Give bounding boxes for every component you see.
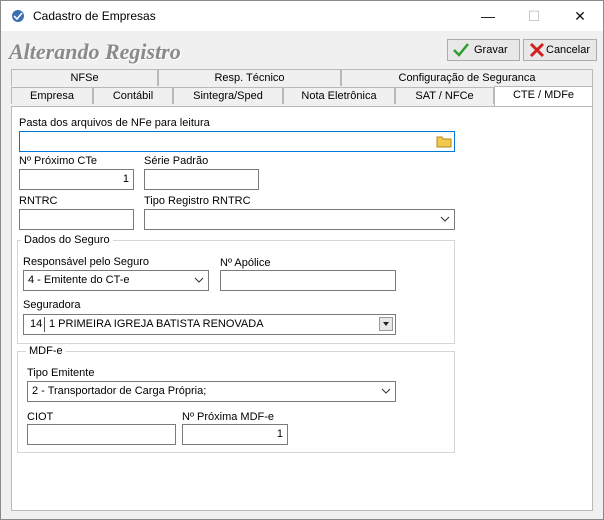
pasta-label: Pasta dos arquivos de NFe para leitura (19, 117, 210, 129)
app-icon (12, 10, 24, 22)
check-icon (453, 43, 469, 57)
chevron-down-icon (440, 216, 450, 222)
responsavel-select[interactable]: 4 - Emitente do CT-e (23, 270, 209, 291)
tab-sat-nfce[interactable]: SAT / NFCe (395, 87, 494, 104)
tab-panel-cte-mdfe: Pasta dos arquivos de NFe para leitura N… (11, 106, 593, 511)
serie-input[interactable] (144, 169, 259, 190)
seguradora-dropdown-button[interactable] (379, 317, 393, 331)
serie-label: Série Padrão (144, 155, 209, 167)
rntrc-label: RNTRC (19, 195, 58, 207)
window-title: Cadastro de Empresas (33, 9, 156, 23)
tab-contabil[interactable]: Contábil (93, 87, 173, 104)
tab-nota-eletronica[interactable]: Nota Eletrônica (283, 87, 395, 104)
tipo-emitente-label: Tipo Emitente (27, 367, 95, 379)
save-button[interactable]: Gravar (447, 39, 520, 61)
proximo-cte-label: Nº Próximo CTe (19, 155, 97, 167)
tipo-rntrc-label: Tipo Registro RNTRC (144, 195, 251, 207)
folder-icon[interactable] (436, 134, 452, 148)
title-bar: Cadastro de Empresas — ☐ ✕ (1, 1, 603, 31)
close-icon[interactable]: ✕ (557, 1, 603, 31)
tab-resp-tecnico[interactable]: Resp. Técnico (158, 69, 341, 86)
tab-configuracao-seguranca[interactable]: Configuração de Seguranca (341, 69, 593, 86)
seguradora-name: 1 PRIMEIRA IGREJA BATISTA RENOVADA (49, 318, 264, 330)
tab-sintegra-sped[interactable]: Sintegra/Sped (173, 87, 283, 104)
seguradora-lookup[interactable]: 14 1 PRIMEIRA IGREJA BATISTA RENOVADA (23, 314, 396, 335)
seguradora-label: Seguradora (23, 299, 81, 311)
ciot-label: CIOT (27, 411, 54, 423)
responsavel-value: 4 - Emitente do CT-e (28, 274, 130, 286)
mdfe-group-label: MDF-e (26, 345, 66, 357)
chevron-down-icon (381, 388, 391, 394)
proxima-mdfe-input[interactable]: 1 (182, 424, 288, 445)
seguro-group: Dados do Seguro Responsável pelo Seguro … (17, 234, 455, 344)
tipo-emitente-select[interactable]: 2 - Transportador de Carga Própria; (27, 381, 396, 402)
minimize-icon[interactable]: — (465, 1, 511, 31)
seguro-group-label: Dados do Seguro (21, 234, 113, 246)
tipo-rntrc-select[interactable] (144, 209, 455, 230)
tab-nfse[interactable]: NFSe (11, 69, 158, 86)
save-label: Gravar (474, 44, 508, 56)
apolice-label: Nº Apólice (220, 257, 271, 269)
tab-empresa[interactable]: Empresa (11, 87, 93, 104)
chevron-down-icon (194, 277, 204, 283)
rntrc-input[interactable] (19, 209, 134, 230)
page-heading: Alterando Registro (9, 39, 181, 64)
code-divider (44, 317, 45, 332)
pasta-input[interactable] (19, 131, 455, 152)
dropdown-arrow-icon (383, 322, 389, 326)
tipo-emitente-value: 2 - Transportador de Carga Própria; (32, 385, 207, 397)
seguradora-code: 14 (30, 318, 43, 330)
cancel-label: Cancelar (546, 44, 591, 56)
proximo-cte-input[interactable]: 1 (19, 169, 134, 190)
tab-cte-mdfe[interactable]: CTE / MDFe (494, 86, 593, 106)
ciot-input[interactable] (27, 424, 176, 445)
cancel-x-icon (529, 42, 545, 58)
proxima-mdfe-label: Nº Próxima MDF-e (182, 411, 275, 423)
main-window: Cadastro de Empresas — ☐ ✕ Alterando Reg… (0, 0, 604, 520)
maximize-icon[interactable]: ☐ (511, 1, 557, 31)
apolice-input[interactable] (220, 270, 396, 291)
mdfe-group: MDF-e Tipo Emitente 2 - Transportador de… (17, 345, 455, 453)
responsavel-label: Responsável pelo Seguro (23, 256, 149, 268)
cancel-button[interactable]: Cancelar (523, 39, 597, 61)
